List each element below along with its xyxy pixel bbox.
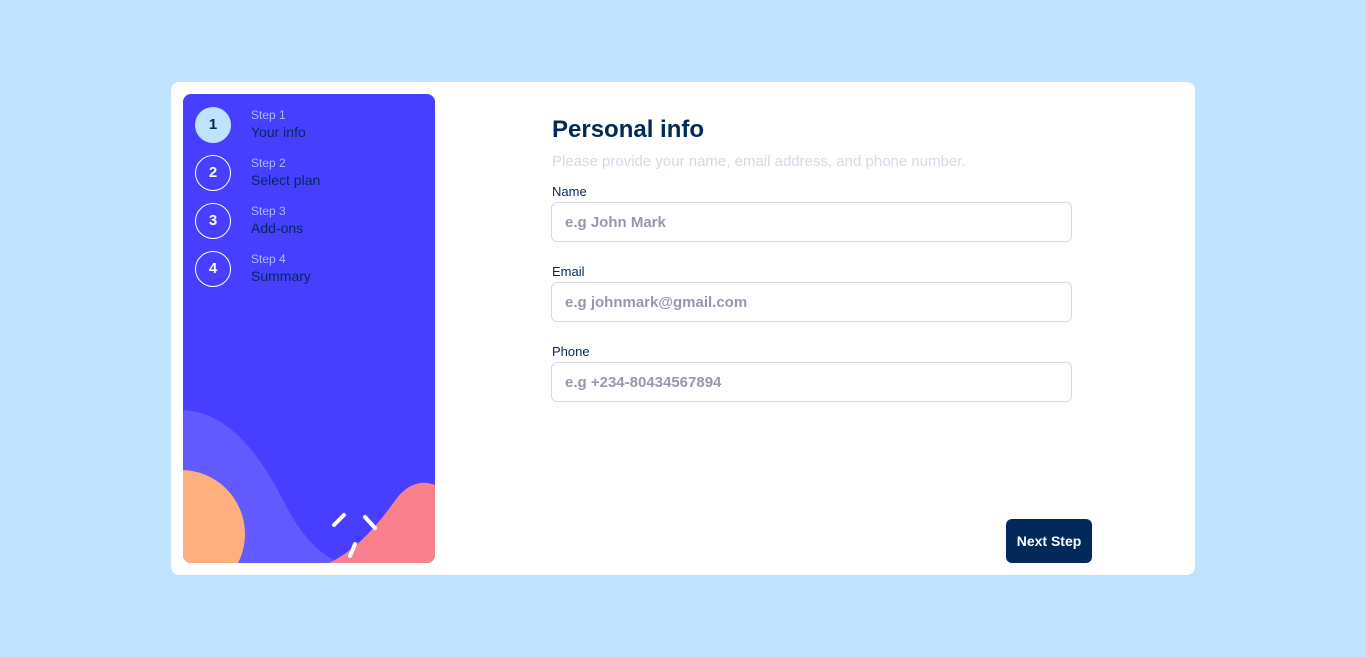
step-label: Step 3 [251, 204, 286, 218]
step-title: Select plan [251, 172, 321, 188]
step-title: Add-ons [251, 220, 304, 236]
step-3[interactable]: 3 Step 3 Add-ons [195, 203, 425, 239]
step-label: Step 2 [251, 156, 286, 170]
phone-label: Phone [552, 344, 590, 359]
step-number-badge: 1 [195, 107, 231, 143]
step-title: Your info [251, 124, 306, 140]
step-title: Summary [251, 268, 311, 284]
step-2[interactable]: 2 Step 2 Select plan [195, 155, 425, 191]
step-1[interactable]: 1 Step 1 Your info [195, 107, 425, 143]
page-title: Personal info [552, 116, 705, 143]
decor-dash-1 [332, 513, 346, 527]
email-input[interactable] [551, 282, 1072, 322]
personal-info-form: Personal info Please provide your name, … [551, 82, 1091, 575]
step-number-badge: 3 [195, 203, 231, 239]
email-label: Email [552, 264, 585, 279]
step-label: Step 1 [251, 108, 286, 122]
step-4[interactable]: 4 Step 4 Summary [195, 251, 425, 287]
page-subtitle: Please provide your name, email address,… [552, 153, 966, 170]
step-label: Step 4 [251, 252, 286, 266]
name-label: Name [552, 184, 587, 199]
next-step-button[interactable]: Next Step [1006, 519, 1092, 563]
decor-pink-blob [329, 482, 435, 563]
decor-dash-2 [363, 515, 377, 530]
step-number-badge: 2 [195, 155, 231, 191]
step-number-badge: 4 [195, 251, 231, 287]
phone-input[interactable] [551, 362, 1072, 402]
steps-sidebar: 1 Step 1 Your info 2 Step 2 Select plan … [183, 94, 435, 563]
name-input[interactable] [551, 202, 1072, 242]
form-card: 1 Step 1 Your info 2 Step 2 Select plan … [171, 82, 1195, 575]
